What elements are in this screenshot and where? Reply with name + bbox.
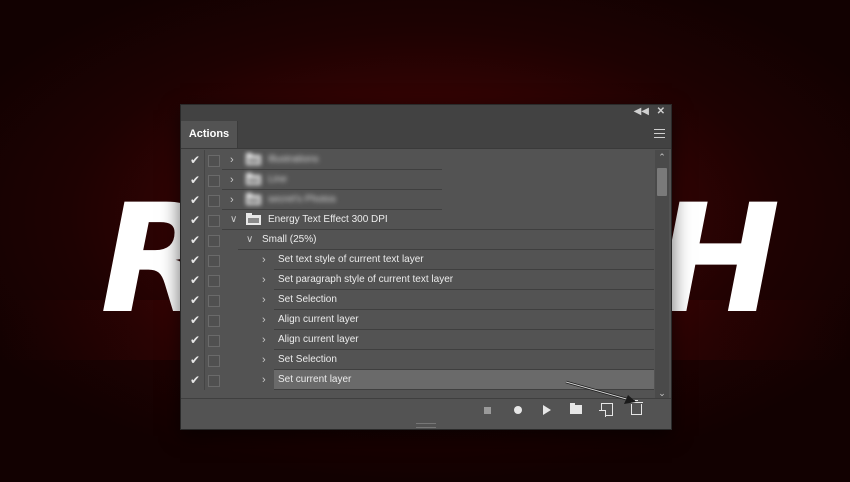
chevron-right-icon[interactable]: › [262,370,266,390]
dialog-toggle-box[interactable] [208,355,220,367]
chevron-right-icon[interactable]: › [230,150,234,170]
divider [204,350,205,370]
play-icon[interactable] [543,405,551,415]
chevron-right-icon[interactable]: › [262,250,266,270]
checkmark-icon[interactable]: ✔ [188,273,202,287]
divider [204,270,205,290]
divider [204,250,205,270]
action-label: Align current layer [278,334,359,345]
panel-titlebar[interactable]: ◀◀ ✕ [181,105,671,119]
background-text-right: H [655,173,783,347]
dialog-toggle-box[interactable] [208,375,220,387]
action-label: Set Selection [278,294,337,305]
dialog-toggle-box[interactable] [208,195,220,207]
scroll-down-icon[interactable]: ⌄ [655,388,669,398]
action-row[interactable]: ✔ › Set paragraph style of current text la… [182,270,654,290]
action-label: Small (25%) [262,234,317,245]
actions-list: ✔ › Illustrations ✔ › Line ✔ › secret's Photos ✔ ∨… [182,150,654,398]
folder-icon [246,213,261,225]
divider [204,230,205,250]
folder-icon [246,173,261,185]
resize-grip[interactable] [416,423,436,428]
dialog-toggle-box[interactable] [208,335,220,347]
action-label: Align current layer [278,314,359,325]
folder-icon [246,153,261,165]
dialog-toggle-box[interactable] [208,275,220,287]
dialog-toggle-box[interactable] [208,175,220,187]
chevron-right-icon[interactable]: › [230,170,234,190]
action-row[interactable]: ✔ › Set Selection [182,350,654,370]
chevron-right-icon[interactable]: › [262,330,266,350]
checkmark-icon[interactable]: ✔ [188,233,202,247]
action-row[interactable]: ✔ › Set Selection [182,290,654,310]
scroll-up-icon[interactable]: ⌃ [655,152,669,162]
chevron-right-icon[interactable]: › [262,270,266,290]
record-icon[interactable] [514,406,522,414]
divider [204,330,205,350]
dialog-toggle-box[interactable] [208,235,220,247]
checkmark-icon[interactable]: ✔ [188,293,202,307]
close-icon[interactable]: ✕ [657,105,665,119]
action-row[interactable]: ✔ › Align current layer [182,330,654,350]
chevron-right-icon[interactable]: › [262,290,266,310]
checkmark-icon[interactable]: ✔ [188,373,202,387]
divider [204,310,205,330]
action-label: secret's Photos [268,194,337,205]
chevron-down-icon[interactable]: ∨ [230,210,237,230]
divider [204,210,205,230]
dialog-toggle-box[interactable] [208,155,220,167]
scroll-thumb[interactable] [657,168,667,196]
divider [204,150,205,170]
checkmark-icon[interactable]: ✔ [188,253,202,267]
action-row[interactable]: ✔ ∨ Energy Text Effect 300 DPI [182,210,654,230]
action-row[interactable]: ✔ › Illustrations [182,150,654,170]
action-label: Set paragraph style of current text laye… [278,274,454,285]
action-row[interactable]: ✔ ∨ Small (25%) [182,230,654,250]
chevron-right-icon[interactable]: › [262,310,266,330]
checkmark-icon[interactable]: ✔ [188,153,202,167]
stop-icon[interactable] [484,407,491,414]
action-row[interactable]: ✔ › Align current layer [182,310,654,330]
dialog-toggle-box[interactable] [208,255,220,267]
action-row[interactable]: ✔ › secret's Photos [182,190,654,210]
dialog-toggle-box[interactable] [208,295,220,307]
action-label: Energy Text Effect 300 DPI [268,214,388,225]
action-label: Set text style of current text layer [278,254,424,265]
checkmark-icon[interactable]: ✔ [188,173,202,187]
divider [204,290,205,310]
hamburger-menu-icon[interactable] [654,129,665,138]
action-label: Illustrations [268,154,319,165]
action-row[interactable]: ✔ › Line [182,170,654,190]
tab-actions[interactable]: Actions [181,121,238,148]
action-label: Line [268,174,287,185]
collapse-icon[interactable]: ◀◀ [634,105,649,119]
checkmark-icon[interactable]: ✔ [188,213,202,227]
chevron-right-icon[interactable]: › [230,190,234,210]
divider [204,170,205,190]
chevron-down-icon[interactable]: ∨ [246,230,253,250]
action-row[interactable]: ✔ › Set text style of current text layer [182,250,654,270]
dialog-toggle-box[interactable] [208,315,220,327]
folder-icon [246,193,261,205]
checkmark-icon[interactable]: ✔ [188,333,202,347]
checkmark-icon[interactable]: ✔ [188,193,202,207]
divider [204,370,205,390]
action-label: Set Selection [278,354,337,365]
chevron-right-icon[interactable]: › [262,350,266,370]
dialog-toggle-box[interactable] [208,215,220,227]
divider [204,190,205,210]
checkmark-icon[interactable]: ✔ [188,353,202,367]
tab-bar: Actions [181,119,671,149]
annotation-arrow [565,380,636,404]
action-label: Set current layer [278,374,352,385]
scrollbar[interactable]: ⌃ ⌄ [655,150,669,398]
checkmark-icon[interactable]: ✔ [188,313,202,327]
